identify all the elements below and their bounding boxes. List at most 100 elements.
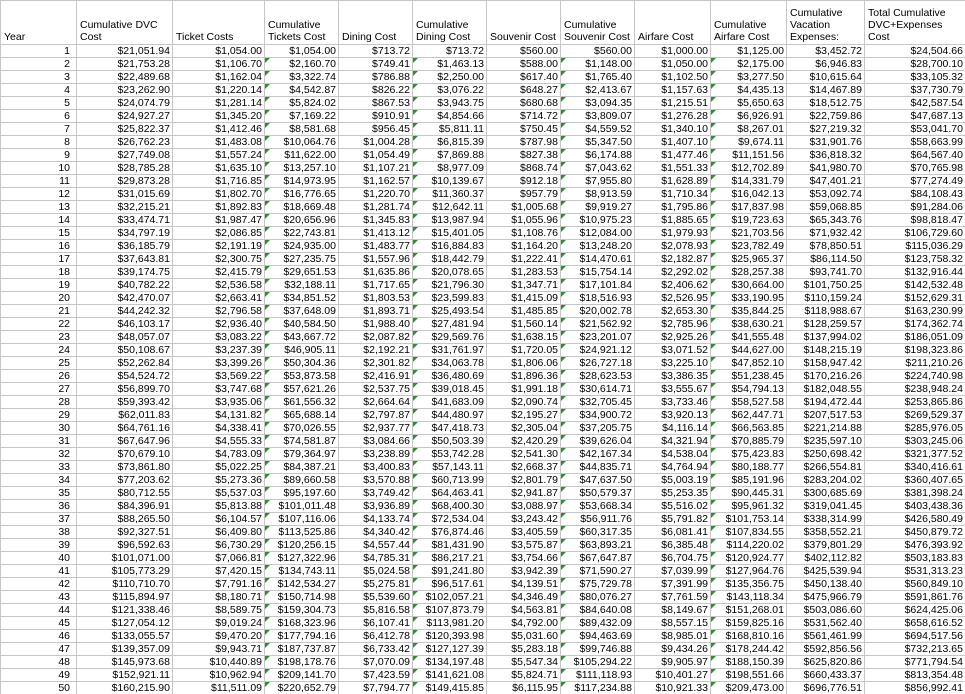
cell-cumulative-vacation-expenses[interactable]: $10,615.64: [786, 70, 865, 84]
cell-souvenir-cost[interactable]: $3,754.66: [486, 551, 561, 565]
cell-cumulative-dining-cost[interactable]: $5,811.11: [412, 122, 487, 136]
cell-souvenir-cost[interactable]: $560.00: [486, 44, 561, 58]
cell-cumulative-dvc-cost[interactable]: $54,524.72: [76, 369, 173, 383]
cell-cumulative-souvenir-cost[interactable]: $1,148.00: [560, 57, 635, 71]
cell-year[interactable]: 27: [0, 382, 77, 396]
header-cumulative-dining-cost[interactable]: Cumulative Dining Cost: [412, 0, 487, 45]
cell-cumulative-souvenir-cost[interactable]: $560.00: [560, 44, 635, 58]
cell-souvenir-cost[interactable]: $1,896.36: [486, 369, 561, 383]
cell-ticket-costs[interactable]: $8,180.71: [172, 590, 265, 604]
cell-cumulative-airfare-cost[interactable]: $6,926.91: [710, 109, 787, 123]
cell-total-cumulative-cost[interactable]: $98,818.47: [864, 213, 965, 227]
cell-cumulative-dining-cost[interactable]: $149,415.85: [412, 681, 487, 694]
cell-cumulative-vacation-expenses[interactable]: $101,750.25: [786, 278, 865, 292]
cell-total-cumulative-cost[interactable]: $321,377.52: [864, 447, 965, 461]
cell-total-cumulative-cost[interactable]: $33,105.32: [864, 70, 965, 84]
cell-cumulative-vacation-expenses[interactable]: $531,562.40: [786, 616, 865, 630]
cell-cumulative-dvc-cost[interactable]: $52,262.84: [76, 356, 173, 370]
cell-cumulative-souvenir-cost[interactable]: $7,043.62: [560, 161, 635, 175]
cell-dining-cost[interactable]: $4,557.44: [338, 538, 413, 552]
cell-cumulative-dining-cost[interactable]: $31,761.97: [412, 343, 487, 357]
cell-cumulative-souvenir-cost[interactable]: $14,470.61: [560, 252, 635, 266]
cell-cumulative-dvc-cost[interactable]: $37,643.81: [76, 252, 173, 266]
cell-cumulative-souvenir-cost[interactable]: $8,913.59: [560, 187, 635, 201]
cell-ticket-costs[interactable]: $1,281.14: [172, 96, 265, 110]
cell-ticket-costs[interactable]: $1,412.46: [172, 122, 265, 136]
cell-ticket-costs[interactable]: $2,663.41: [172, 291, 265, 305]
cell-cumulative-airfare-cost[interactable]: $16,042.13: [710, 187, 787, 201]
cell-cumulative-tickets-cost[interactable]: $53,873.58: [264, 369, 339, 383]
cell-total-cumulative-cost[interactable]: $53,041.70: [864, 122, 965, 136]
cell-cumulative-airfare-cost[interactable]: $3,277.50: [710, 70, 787, 84]
cell-cumulative-vacation-expenses[interactable]: $59,068.85: [786, 200, 865, 214]
cell-ticket-costs[interactable]: $3,935.06: [172, 395, 265, 409]
cell-total-cumulative-cost[interactable]: $123,758.32: [864, 252, 965, 266]
cell-cumulative-dining-cost[interactable]: $34,063.78: [412, 356, 487, 370]
cell-cumulative-dining-cost[interactable]: $107,873.79: [412, 603, 487, 617]
cell-dining-cost[interactable]: $713.72: [338, 44, 413, 58]
cell-airfare-cost[interactable]: $4,116.14: [634, 421, 711, 435]
cell-year[interactable]: 46: [0, 629, 77, 643]
cell-cumulative-dining-cost[interactable]: $1,463.13: [412, 57, 487, 71]
cell-cumulative-souvenir-cost[interactable]: $80,076.27: [560, 590, 635, 604]
cell-cumulative-tickets-cost[interactable]: $34,851.52: [264, 291, 339, 305]
cell-cumulative-airfare-cost[interactable]: $51,238.45: [710, 369, 787, 383]
cell-total-cumulative-cost[interactable]: $47,687.13: [864, 109, 965, 123]
cell-total-cumulative-cost[interactable]: $269,529.37: [864, 408, 965, 422]
cell-cumulative-souvenir-cost[interactable]: $12,084.00: [560, 226, 635, 240]
cell-dining-cost[interactable]: $1,557.96: [338, 252, 413, 266]
cell-dining-cost[interactable]: $956.45: [338, 122, 413, 136]
cell-cumulative-dvc-cost[interactable]: $31,015.69: [76, 187, 173, 201]
cell-total-cumulative-cost[interactable]: $238,948.24: [864, 382, 965, 396]
header-total-cumulative-cost[interactable]: Total Cumulative DVC+Expenses Cost: [864, 0, 965, 45]
cell-cumulative-tickets-cost[interactable]: $74,581.87: [264, 434, 339, 448]
cell-dining-cost[interactable]: $1,988.40: [338, 317, 413, 331]
cell-ticket-costs[interactable]: $3,237.39: [172, 343, 265, 357]
cell-airfare-cost[interactable]: $5,003.19: [634, 473, 711, 487]
cell-year[interactable]: 18: [0, 265, 77, 279]
cell-total-cumulative-cost[interactable]: $624,425.06: [864, 603, 965, 617]
cell-year[interactable]: 37: [0, 512, 77, 526]
cell-cumulative-vacation-expenses[interactable]: $425,539.94: [786, 564, 865, 578]
cell-cumulative-tickets-cost[interactable]: $22,743.81: [264, 226, 339, 240]
cell-total-cumulative-cost[interactable]: $450,879.72: [864, 525, 965, 539]
cell-airfare-cost[interactable]: $3,071.52: [634, 343, 711, 357]
cell-cumulative-vacation-expenses[interactable]: $3,452.72: [786, 44, 865, 58]
cell-cumulative-dvc-cost[interactable]: $77,203.62: [76, 473, 173, 487]
cell-souvenir-cost[interactable]: $1,055.96: [486, 213, 561, 227]
cell-total-cumulative-cost[interactable]: $253,865.86: [864, 395, 965, 409]
cell-cumulative-dvc-cost[interactable]: $70,679.10: [76, 447, 173, 461]
cell-airfare-cost[interactable]: $2,653.30: [634, 304, 711, 318]
cell-cumulative-dvc-cost[interactable]: $110,710.70: [76, 577, 173, 591]
cell-souvenir-cost[interactable]: $1,222.41: [486, 252, 561, 266]
cell-cumulative-dvc-cost[interactable]: $48,057.07: [76, 330, 173, 344]
cell-souvenir-cost[interactable]: $957.79: [486, 187, 561, 201]
cell-cumulative-dvc-cost[interactable]: $127,054.12: [76, 616, 173, 630]
cell-cumulative-souvenir-cost[interactable]: $26,727.18: [560, 356, 635, 370]
cell-cumulative-vacation-expenses[interactable]: $53,092.74: [786, 187, 865, 201]
cell-cumulative-dining-cost[interactable]: $3,076.22: [412, 83, 487, 97]
cell-cumulative-airfare-cost[interactable]: $80,188.77: [710, 460, 787, 474]
cell-year[interactable]: 24: [0, 343, 77, 357]
cell-souvenir-cost[interactable]: $3,243.42: [486, 512, 561, 526]
cell-dining-cost[interactable]: $1,345.83: [338, 213, 413, 227]
cell-cumulative-dining-cost[interactable]: $713.72: [412, 44, 487, 58]
cell-cumulative-dining-cost[interactable]: $3,943.75: [412, 96, 487, 110]
cell-year[interactable]: 16: [0, 239, 77, 253]
cell-cumulative-tickets-cost[interactable]: $65,688.14: [264, 408, 339, 422]
cell-cumulative-vacation-expenses[interactable]: $36,818.32: [786, 148, 865, 162]
cell-year[interactable]: 9: [0, 148, 77, 162]
cell-ticket-costs[interactable]: $9,019.24: [172, 616, 265, 630]
cell-year[interactable]: 13: [0, 200, 77, 214]
cell-dining-cost[interactable]: $2,192.21: [338, 343, 413, 357]
cell-souvenir-cost[interactable]: $714.72: [486, 109, 561, 123]
cell-cumulative-tickets-cost[interactable]: $209,141.70: [264, 668, 339, 682]
cell-dining-cost[interactable]: $4,133.74: [338, 512, 413, 526]
cell-cumulative-tickets-cost[interactable]: $13,257.10: [264, 161, 339, 175]
cell-dining-cost[interactable]: $1,281.74: [338, 200, 413, 214]
cell-souvenir-cost[interactable]: $2,305.04: [486, 421, 561, 435]
cell-total-cumulative-cost[interactable]: $224,740.98: [864, 369, 965, 383]
cell-cumulative-dining-cost[interactable]: $134,197.48: [412, 655, 487, 669]
cell-total-cumulative-cost[interactable]: $503,183.83: [864, 551, 965, 565]
cell-total-cumulative-cost[interactable]: $58,663.99: [864, 135, 965, 149]
